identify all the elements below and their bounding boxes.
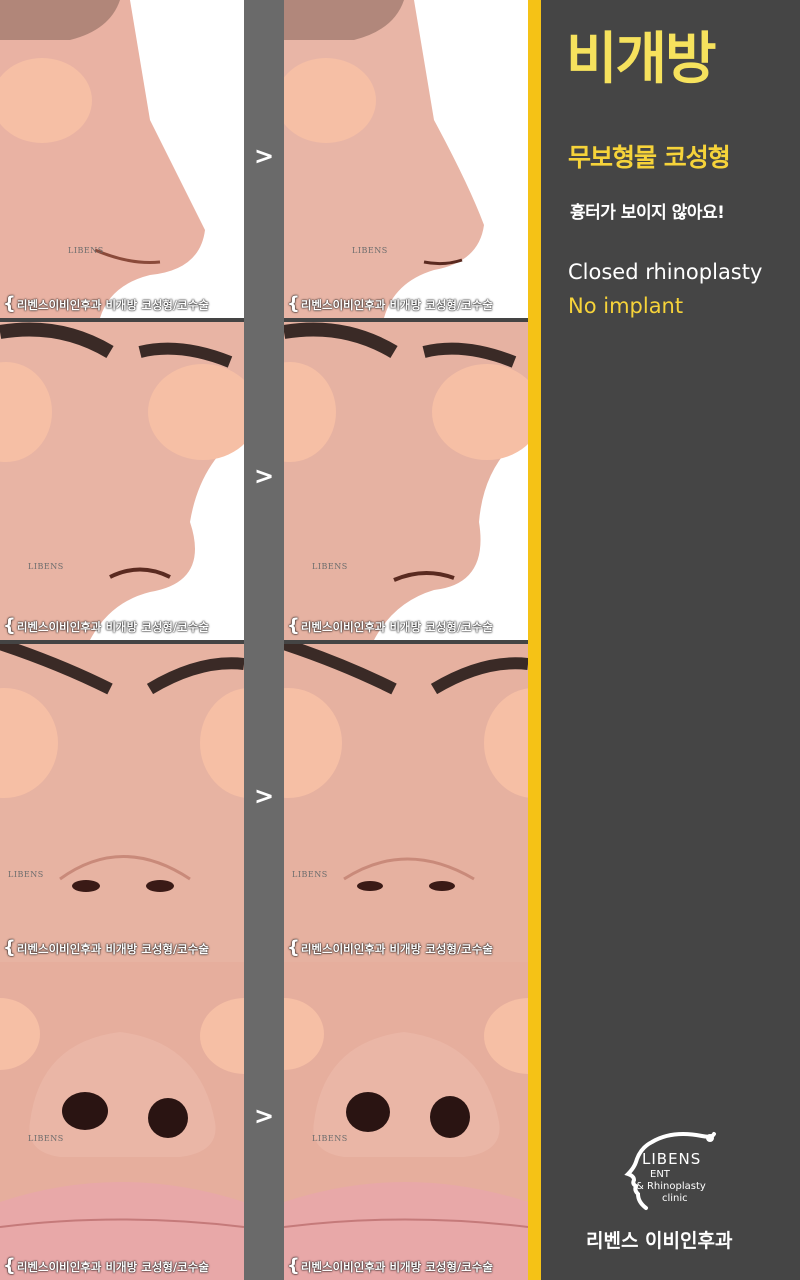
comparison-arrow: > bbox=[253, 782, 275, 810]
photo-logo: LIBENS bbox=[28, 562, 64, 571]
comparison-arrow: > bbox=[253, 1102, 275, 1130]
photo-watermark: {리벤스이비인후과 비개방 코성형/코수술 bbox=[3, 615, 209, 636]
photo-logo: LIBENS bbox=[352, 246, 388, 255]
comparison-arrow: > bbox=[253, 142, 275, 170]
clinic-name: 리벤스 이비인후과 bbox=[586, 1230, 733, 1252]
before-photo-base: LIBENS {리벤스이비인후과 비개방 코성형/코수술 bbox=[0, 962, 244, 1280]
clinic-logo: LIBENS ENT & Rhinoplasty clinic bbox=[612, 1128, 722, 1214]
page-subtitle: 무보형물 코성형 bbox=[568, 143, 731, 172]
logo-line: ENT bbox=[650, 1169, 670, 1180]
photo-watermark: {리벤스이비인후과 비개방 코성형/코수술 bbox=[287, 1255, 493, 1276]
logo-line: & Rhinoplasty bbox=[636, 1181, 706, 1192]
nostril bbox=[148, 1098, 188, 1138]
logo-name: LIBENS bbox=[642, 1150, 702, 1168]
english-description: Closed rhinoplasty bbox=[568, 260, 763, 284]
logo-line: clinic bbox=[662, 1193, 688, 1204]
nostril bbox=[346, 1092, 390, 1132]
photo-watermark: {리벤스이비인후과 비개방 코성형/코수술 bbox=[287, 615, 493, 636]
english-highlight: No implant bbox=[568, 294, 684, 318]
after-photo-oblique: LIBENS {리벤스이비인후과 비개방 코성형/코수술 bbox=[284, 322, 528, 640]
photo-logo: LIBENS bbox=[292, 870, 328, 879]
comparison-arrow: > bbox=[253, 462, 275, 490]
before-photo-side: LIBENS {리벤스이비인후과 비개방 코성형/코수술 bbox=[0, 0, 244, 318]
photo-watermark: {리벤스이비인후과 비개방 코성형/코수술 bbox=[287, 293, 493, 314]
after-photo-side: LIBENS {리벤스이비인후과 비개방 코성형/코수술 bbox=[284, 0, 528, 318]
photo-logo: LIBENS bbox=[68, 246, 104, 255]
photo-watermark: {리벤스이비인후과 비개방 코성형/코수술 bbox=[3, 1255, 209, 1276]
page-title: 비개방 bbox=[566, 27, 717, 92]
photo-watermark: {리벤스이비인후과 비개방 코성형/코수술 bbox=[3, 937, 209, 958]
info-panel bbox=[541, 0, 800, 1280]
photo-watermark: {리벤스이비인후과 비개방 코성형/코수술 bbox=[287, 937, 493, 958]
photo-logo: LIBENS bbox=[8, 870, 44, 879]
nostril bbox=[62, 1092, 108, 1130]
photo-watermark: {리벤스이비인후과 비개방 코성형/코수술 bbox=[3, 293, 209, 314]
tagline: 흉터가 보이지 않아요! bbox=[570, 203, 725, 223]
nostril bbox=[430, 1096, 470, 1138]
photo-logo: LIBENS bbox=[312, 1134, 348, 1143]
before-photo-front: LIBENS {리벤스이비인후과 비개방 코성형/코수술 bbox=[0, 644, 244, 962]
after-photo-front: LIBENS {리벤스이비인후과 비개방 코성형/코수술 bbox=[284, 644, 528, 962]
before-photo-oblique: LIBENS {리벤스이비인후과 비개방 코성형/코수술 bbox=[0, 322, 244, 640]
after-photo-base: LIBENS {리벤스이비인후과 비개방 코성형/코수술 bbox=[284, 962, 528, 1280]
photo-logo: LIBENS bbox=[28, 1134, 64, 1143]
comparison-divider bbox=[244, 0, 284, 1280]
photo-logo: LIBENS bbox=[312, 562, 348, 571]
accent-bar bbox=[528, 0, 541, 1280]
